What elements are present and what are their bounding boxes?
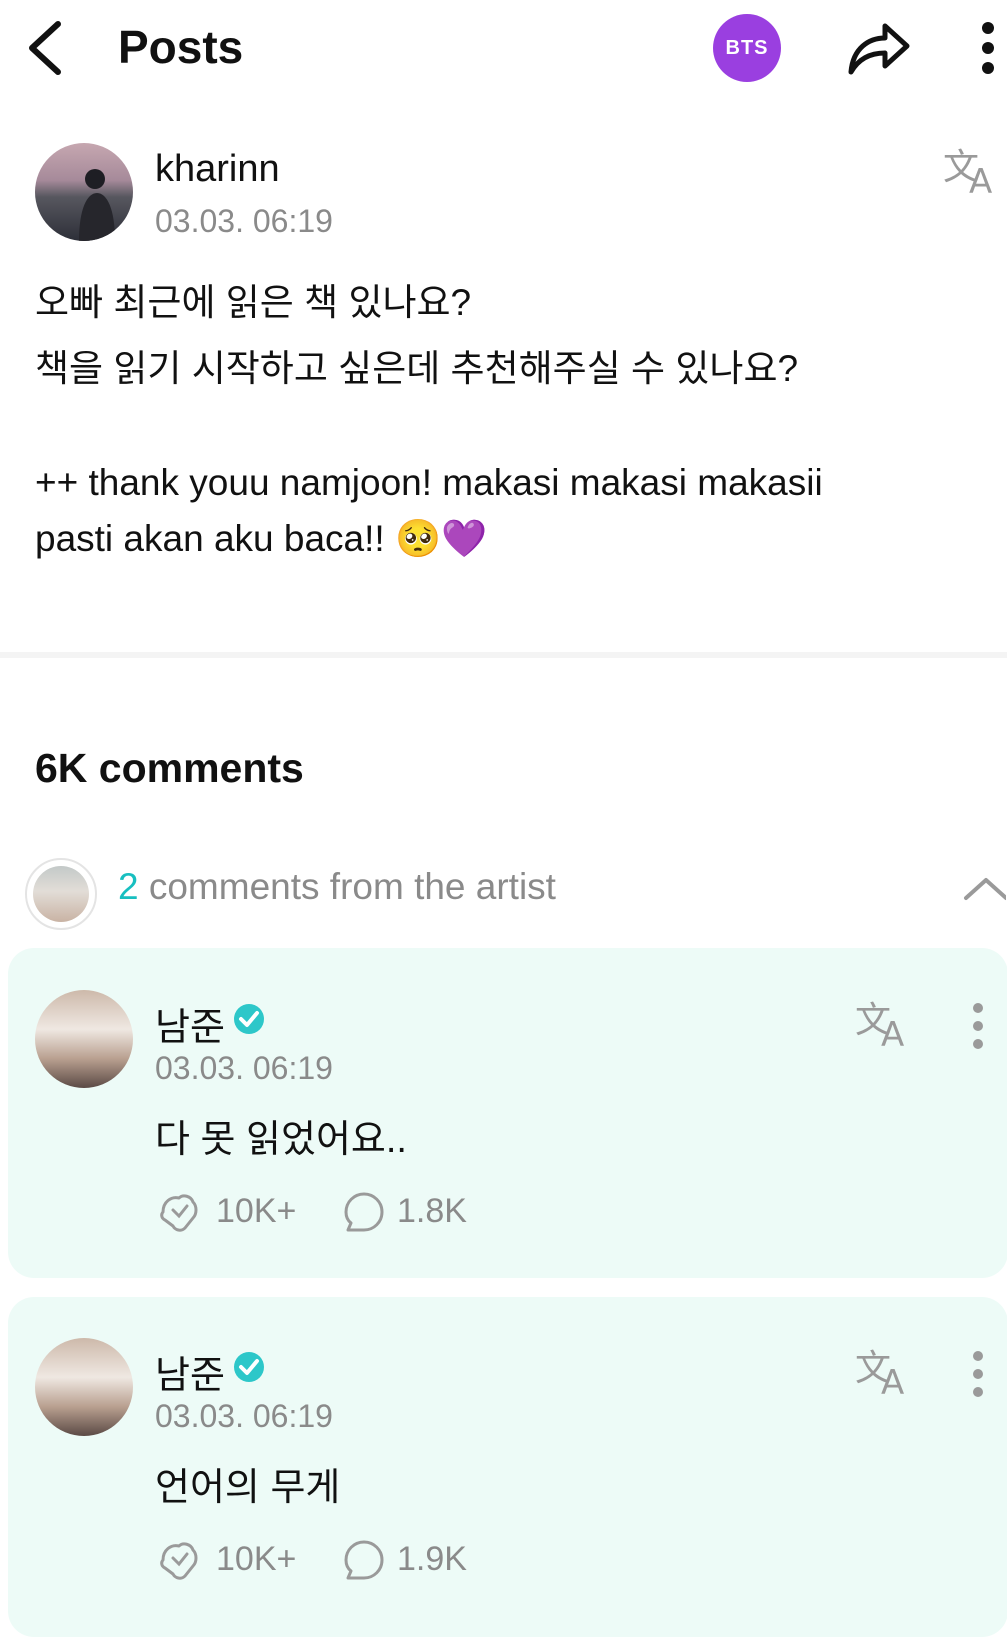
verified-badge-icon: [234, 1004, 264, 1034]
commenter-avatar[interactable]: [35, 990, 133, 1088]
author-avatar[interactable]: [35, 143, 133, 241]
community-badge[interactable]: BTS: [713, 14, 781, 82]
comment-timestamp: 03.03. 06:19: [155, 1398, 333, 1434]
reply-count: 1.9K: [397, 1540, 467, 1578]
svg-text:A: A: [881, 1363, 904, 1398]
like-icon[interactable]: [157, 1538, 201, 1582]
artist-avatar: [25, 858, 97, 930]
commenter-name[interactable]: 남준: [155, 1344, 225, 1399]
commenter-name[interactable]: 남준: [155, 996, 225, 1051]
commenter-avatar[interactable]: [35, 1338, 133, 1436]
comment-text: 언어의 무게: [155, 1467, 341, 1509]
artist-comments-toggle[interactable]: 2 comments from the artist: [118, 866, 556, 908]
svg-text:A: A: [969, 162, 992, 197]
post-body-line: 오빠 최근에 읽은 책 있나요?: [35, 282, 472, 323]
comment-timestamp: 03.03. 06:19: [155, 1050, 333, 1086]
translate-icon[interactable]: 文 A: [855, 998, 915, 1050]
like-icon[interactable]: [157, 1190, 201, 1234]
post-body-line: 책을 읽기 시작하고 싶은데 추천해주실 수 있나요?: [35, 348, 799, 389]
reply-icon[interactable]: [342, 1190, 386, 1234]
share-icon[interactable]: [845, 18, 911, 80]
post-timestamp: 03.03. 06:19: [155, 203, 333, 239]
post-body-line: ++ thank youu namjoon! makasi makasi mak…: [35, 462, 823, 503]
comment-text: 다 못 읽었어요..: [155, 1119, 407, 1161]
like-count: 10K+: [216, 1192, 297, 1230]
artist-comment-count: 2: [118, 866, 139, 907]
translate-icon[interactable]: 文 A: [943, 145, 1003, 197]
reply-icon[interactable]: [342, 1538, 386, 1582]
like-count: 10K+: [216, 1540, 297, 1578]
post-body-line: pasti akan aku baca!! 🥺💜: [35, 518, 488, 559]
comment-more-icon[interactable]: [970, 1002, 986, 1050]
page-title: Posts: [118, 21, 244, 73]
section-divider: [0, 652, 1007, 658]
comment-more-icon[interactable]: [970, 1350, 986, 1398]
more-vertical-icon[interactable]: [980, 20, 996, 76]
comments-count: 6K comments: [35, 745, 304, 791]
back-icon[interactable]: [22, 18, 72, 78]
reply-count: 1.8K: [397, 1192, 467, 1230]
svg-text:A: A: [881, 1015, 904, 1050]
post-author[interactable]: kharinn: [155, 148, 280, 191]
chevron-up-icon[interactable]: [962, 872, 1006, 902]
translate-icon[interactable]: 文 A: [855, 1346, 915, 1398]
artist-comments-label: comments from the artist: [138, 866, 556, 907]
verified-badge-icon: [234, 1352, 264, 1382]
